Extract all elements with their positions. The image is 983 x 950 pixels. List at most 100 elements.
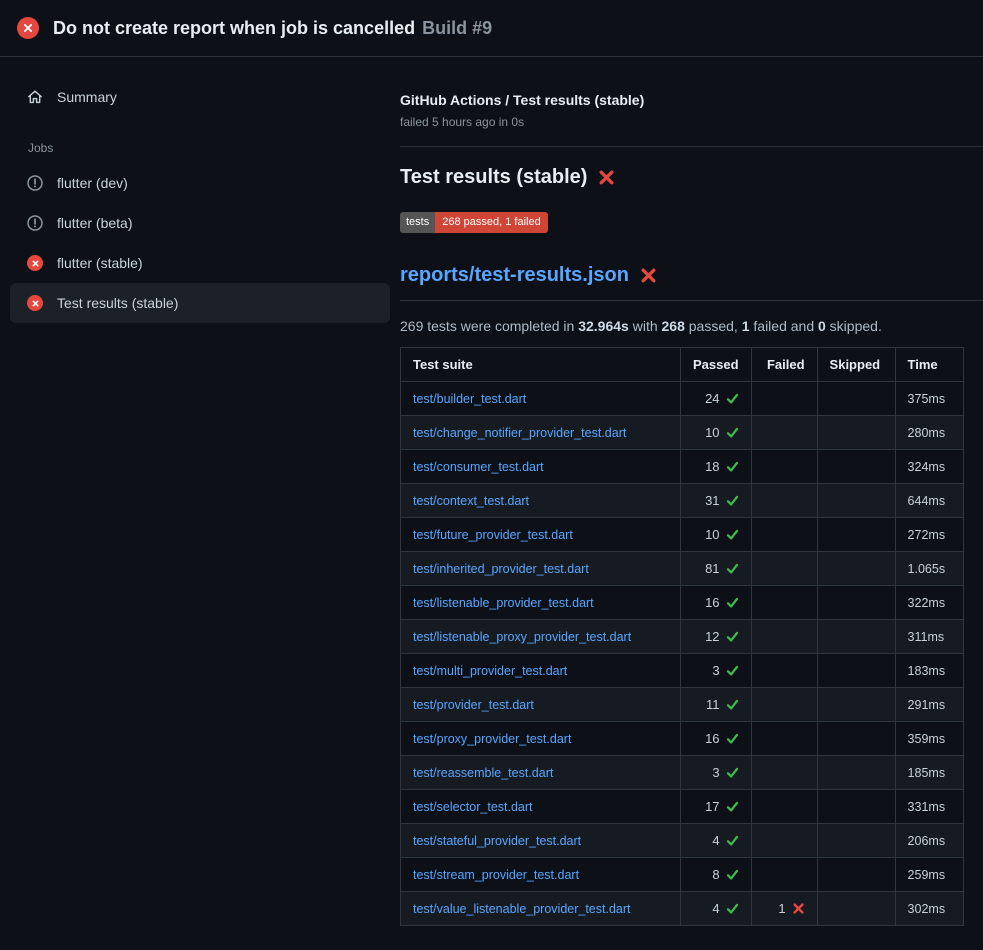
x-icon (32, 260, 39, 267)
build-number: Build #9 (422, 18, 492, 38)
check-icon (726, 766, 739, 779)
passed-count: 12 (705, 629, 719, 644)
failed-count: 1 (778, 901, 785, 916)
check-icon (726, 426, 739, 439)
summary-stat: 0 (818, 318, 826, 334)
test-suite-link[interactable]: test/proxy_provider_test.dart (413, 732, 571, 746)
sidebar-item-job[interactable]: flutter (beta) (10, 203, 390, 243)
check-icon (726, 596, 739, 609)
divider (400, 300, 983, 301)
summary-text: passed, (685, 318, 742, 334)
passed-count: 3 (712, 765, 719, 780)
test-suite-link[interactable]: test/provider_test.dart (413, 698, 534, 712)
check-icon (726, 834, 739, 847)
build-results-page: Do not create report when job is cancell… (0, 0, 983, 950)
table-row: test/change_notifier_provider_test.dart 1… (401, 416, 964, 450)
results-table: Test suitePassedFailedSkippedTime test/b… (400, 347, 964, 926)
test-summary: 269 tests were completed in 32.964s with… (400, 318, 983, 334)
test-suite-link[interactable]: test/selector_test.dart (413, 800, 533, 814)
sidebar-item-job[interactable]: flutter (stable) (10, 243, 390, 283)
time-value: 322ms (908, 596, 946, 610)
breadcrumb: GitHub Actions / Test results (stable) (400, 92, 983, 108)
test-suite-link[interactable]: test/future_provider_test.dart (413, 528, 573, 542)
passed-count: 4 (712, 833, 719, 848)
x-icon (640, 267, 657, 284)
table-row: test/provider_test.dart11291ms (401, 688, 964, 722)
status-line: failed 5 hours ago in 0s (400, 115, 983, 129)
badge-row: tests 268 passed, 1 failed (400, 212, 983, 233)
time-value: 375ms (908, 392, 946, 406)
time-value: 302ms (908, 902, 946, 916)
x-icon (32, 300, 39, 307)
tests-badge: tests 268 passed, 1 failed (400, 212, 548, 233)
job-label: flutter (stable) (57, 255, 143, 271)
table-row: test/inherited_provider_test.dart811.065… (401, 552, 964, 586)
job-label: flutter (beta) (57, 215, 132, 231)
time-value: 291ms (908, 698, 946, 712)
build-title: Do not create report when job is cancell… (53, 18, 492, 39)
home-icon (27, 89, 43, 105)
test-suite-link[interactable]: test/inherited_provider_test.dart (413, 562, 589, 576)
cancelled-icon (27, 175, 43, 191)
passed-count: 18 (705, 459, 719, 474)
summary-text: skipped. (826, 318, 882, 334)
summary-text: with (629, 318, 662, 334)
passed-count: 4 (712, 901, 719, 916)
table-row: test/builder_test.dart24375ms (401, 382, 964, 416)
test-suite-link[interactable]: test/value_listenable_provider_test.dart (413, 902, 631, 916)
table-row: test/value_listenable_provider_test.dart… (401, 892, 964, 926)
test-suite-link[interactable]: test/stream_provider_test.dart (413, 868, 579, 882)
job-label: flutter (dev) (57, 175, 128, 191)
check-icon (726, 562, 739, 575)
passed-count: 3 (712, 663, 719, 678)
time-value: 206ms (908, 834, 946, 848)
table-row: test/reassemble_test.dart3185ms (401, 756, 964, 790)
time-value: 280ms (908, 426, 946, 440)
table-row: test/listenable_provider_test.dart 16 322m… (401, 586, 964, 620)
test-suite-link[interactable]: test/change_notifier_provider_test.dart (413, 426, 626, 440)
cancelled-icon (27, 215, 43, 231)
job-label: Test results (stable) (57, 295, 178, 311)
time-value: 311ms (908, 630, 945, 644)
summary-label: Summary (57, 89, 117, 105)
column-header: Time (895, 348, 963, 382)
test-suite-link[interactable]: test/context_test.dart (413, 494, 529, 508)
main-content: GitHub Actions / Test results (stable) f… (400, 57, 983, 950)
section-heading: Test results (stable) (400, 166, 983, 189)
summary-text: failed and (750, 318, 819, 334)
sidebar-item-summary[interactable]: Summary (10, 77, 390, 117)
passed-count: 17 (705, 799, 719, 814)
passed-count: 16 (705, 595, 719, 610)
check-icon (726, 732, 739, 745)
check-icon (726, 800, 739, 813)
test-suite-link[interactable]: test/stateful_provider_test.dart (413, 834, 581, 848)
check-icon (726, 868, 739, 881)
test-suite-link[interactable]: test/listenable_proxy_provider_test.dart (413, 630, 631, 644)
sidebar-item-job[interactable]: Test results (stable) (10, 283, 390, 323)
test-suite-link[interactable]: test/multi_provider_test.dart (413, 664, 567, 678)
table-row: test/future_provider_test.dart10272ms (401, 518, 964, 552)
check-icon (726, 902, 739, 915)
column-header: Skipped (817, 348, 895, 382)
table-row: test/listenable_proxy_provider_test.dart… (401, 620, 964, 654)
x-icon (792, 902, 805, 915)
time-value: 1.065s (908, 562, 946, 576)
check-icon (726, 664, 739, 677)
table-row: test/proxy_provider_test.dart16359ms (401, 722, 964, 756)
test-suite-link[interactable]: test/builder_test.dart (413, 392, 526, 406)
section-title: Test results (stable) (400, 166, 587, 189)
passed-count: 10 (705, 425, 719, 440)
table-header-row: Test suitePassedFailedSkippedTime (401, 348, 964, 382)
report-link[interactable]: reports/test-results.json (400, 264, 629, 287)
badge-label: tests (400, 212, 435, 233)
sidebar-item-job[interactable]: flutter (dev) (10, 163, 390, 203)
passed-count: 31 (705, 493, 719, 508)
test-suite-link[interactable]: test/consumer_test.dart (413, 460, 544, 474)
test-suite-link[interactable]: test/reassemble_test.dart (413, 766, 553, 780)
badge-value: 268 passed, 1 failed (435, 212, 547, 233)
summary-text: 269 tests were completed in (400, 318, 578, 334)
passed-count: 8 (712, 867, 719, 882)
jobs-section-label: Jobs (28, 141, 390, 155)
test-suite-link[interactable]: test/listenable_provider_test.dart (413, 596, 594, 610)
summary-stat: 32.964s (578, 318, 629, 334)
